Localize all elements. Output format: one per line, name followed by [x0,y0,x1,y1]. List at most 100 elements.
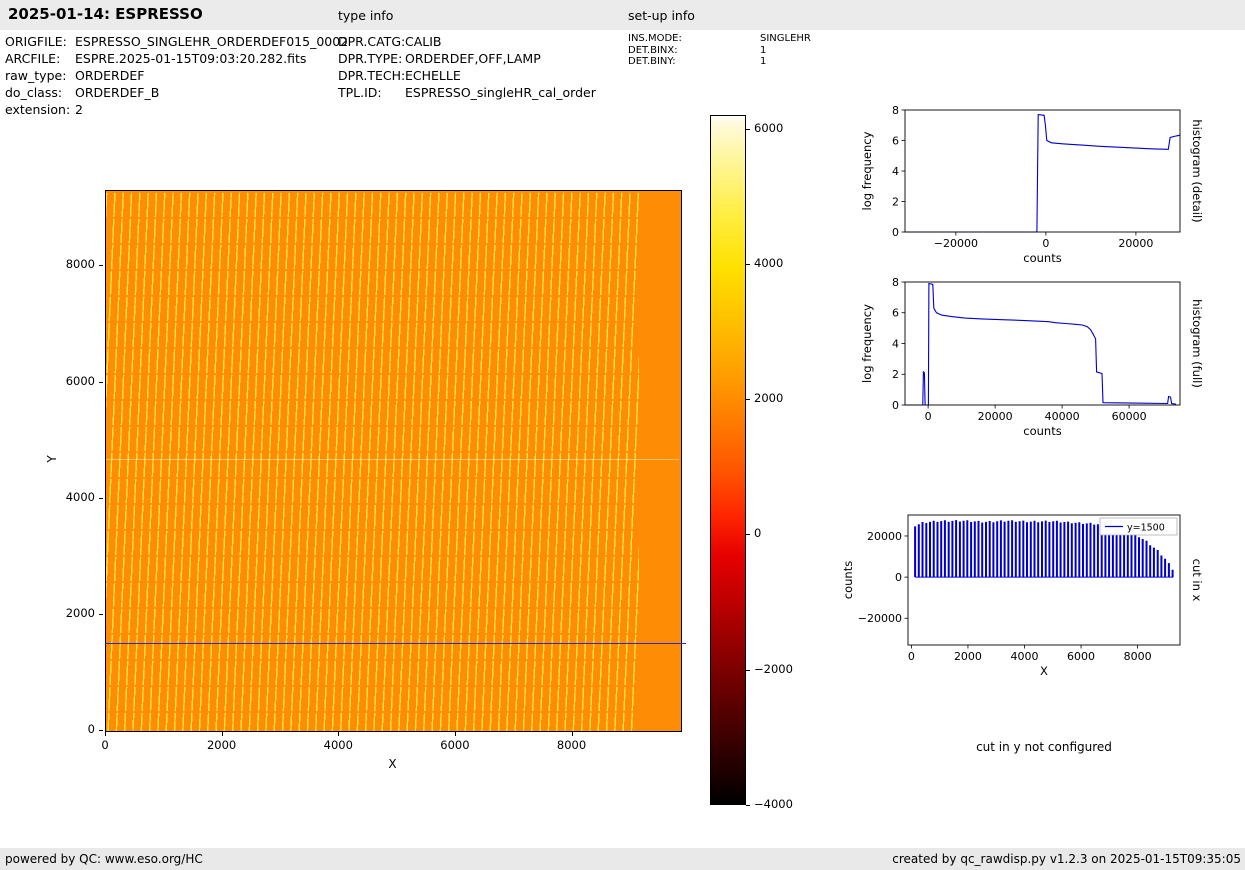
svg-text:log frequency: log frequency [860,131,874,210]
svg-text:4: 4 [892,337,899,350]
type-info-heading: type info [338,8,394,23]
svg-text:counts: counts [841,561,855,599]
info-value: CALIB [405,34,442,49]
info-value: ESPRESSO_singleHR_cal_order [405,85,596,100]
info-row-dprcatg: DPR.CATG:CALIB [338,33,596,50]
footer-qc-link[interactable]: www.eso.org/HC [105,852,203,866]
svg-text:0: 0 [1042,237,1049,250]
info-label: extension: [5,102,71,117]
info-row-origfile: ORIGFILE: ESPRESSO_SINGLEHR_ORDERDEF015_0… [5,33,348,50]
info-row-detbiny: DET.BINY: 1 [628,56,811,68]
page-title: 2025-01-14: ESPRESSO [8,5,203,23]
info-row-arcfile: ARCFILE: ESPRE.2025-01-15T09:03:20.282.fi… [5,50,348,67]
svg-text:histogram (detail): histogram (detail) [1190,119,1204,222]
svg-text:20000: 20000 [867,530,902,543]
y-tickmark [99,497,103,499]
info-label: INS.MODE: [628,33,682,44]
info-value: ORDERDEF [75,68,145,83]
info-label: ARCFILE: [5,51,61,66]
type-info-column: DPR.CATG:CALIB DPR.TYPE: ORDERDEF,OFF,LAM… [338,33,596,101]
setup-info-column: INS.MODE: SINGLEHR DET.BINX: 1 DET.BINY: 1 [628,33,811,68]
info-value: 2 [75,102,83,117]
info-row-detbinx: DET.BINX: 1 [628,45,811,57]
svg-text:60000: 60000 [1112,410,1147,423]
colorbar-tick-label: 0 [754,526,762,541]
info-value: ESPRESSO_SINGLEHR_ORDERDEF015_0002 [75,34,349,49]
colorbar-gradient [710,115,746,805]
colorbar-tick-label: 6000 [754,120,784,135]
x-tick-label: 4000 [323,738,353,752]
y-tick-label: 0 [87,722,95,736]
info-label: ORIGFILE: [5,34,67,49]
svg-text:40000: 40000 [1045,410,1080,423]
info-value: ORDERDEF,OFF,LAMP [405,51,541,66]
colorbar-tickmark [746,263,750,265]
cut-in-y-note: cut in y not configured [976,740,1112,754]
svg-text:8: 8 [892,276,899,289]
y-tickmark [99,381,103,383]
svg-text:0: 0 [892,226,899,239]
svg-text:20000: 20000 [978,410,1013,423]
colorbar-tickmark [746,805,750,806]
colorbar-tick-label: 2000 [754,391,784,406]
info-value: 1 [760,44,767,56]
footer-powered-by: powered by QC: www.eso.org/HC [5,848,203,870]
info-label: TPL.ID: [338,85,382,100]
x-tickmark [571,732,573,736]
header-bar: 2025-01-14: ESPRESSO type info set-up in… [0,0,1245,30]
info-value: 1 [760,56,767,67]
detector-gap-line [106,459,679,460]
y-tick-label: 4000 [65,489,95,504]
y-tickmark [99,613,103,615]
info-row-insmode: INS.MODE: SINGLEHR [628,33,811,45]
svg-text:X: X [1040,664,1048,678]
colorbar-tickmark [746,534,750,536]
colorbar-tick-label: 4000 [754,255,784,270]
svg-text:6: 6 [892,307,899,320]
x-tick-label: 0 [101,738,109,752]
info-label: DPR.CATG: [338,34,406,49]
cut-in-x-plot: 0 2000 4000 6000 8000 −20000 0 20000 Xcounts cut … [841,514,1204,678]
svg-text:8: 8 [892,104,899,117]
main-ylabel: Y [45,455,59,463]
info-row-tplid: TPL.ID: ESPRESSO_singleHR_cal_order [338,84,596,101]
raw-frame-heatmap [105,190,682,732]
info-row-doclass: do_class: ORDERDEF_B [5,84,348,101]
svg-text:−20000: −20000 [858,612,902,625]
svg-text:cut in x: cut in x [1190,559,1204,602]
svg-text:y=1500: y=1500 [1127,523,1165,534]
main-xlabel: X [388,757,397,771]
svg-text:2: 2 [892,195,899,208]
info-label: do_class: [5,85,63,100]
info-label: DPR.TYPE: [338,51,403,66]
info-value: ECHELLE [405,68,461,83]
svg-text:counts: counts [1023,424,1061,438]
cut-line [105,643,686,645]
x-tickmark [105,732,106,736]
x-tick-label: 6000 [440,738,470,752]
info-label: DET.BINX: [628,44,678,56]
footer-bar: powered by QC: www.eso.org/HC created by… [0,848,1245,870]
svg-text:6: 6 [892,134,899,147]
footer-powered-prefix: powered by QC: [5,852,105,866]
info-row-dprtype: DPR.TYPE: ORDERDEF,OFF,LAMP [338,50,596,67]
info-label: DPR.TECH: [338,68,406,83]
colorbar-tick-label: −4000 [754,797,793,811]
info-row-rawtype: raw_type: ORDERDEF [5,67,348,84]
qc-report-page: 2025-01-14: ESPRESSO type info set-up in… [0,0,1245,870]
svg-text:8000: 8000 [1124,650,1152,663]
svg-text:4: 4 [892,165,899,178]
svg-text:histogram (full): histogram (full) [1190,299,1204,388]
x-tickmark [221,732,223,736]
svg-text:4000: 4000 [1010,650,1038,663]
setup-info-heading: set-up info [628,8,695,23]
y-tick-label: 6000 [65,373,95,388]
info-row-extension: extension: 2 [5,101,348,118]
info-value: ORDERDEF_B [75,85,160,100]
y-tick-label: 8000 [65,257,95,272]
file-info-column: ORIGFILE: ESPRESSO_SINGLEHR_ORDERDEF015_0… [5,33,348,118]
svg-text:log frequency: log frequency [860,304,874,383]
svg-text:0: 0 [925,410,932,423]
svg-text:20000: 20000 [1118,237,1153,250]
info-row-dprtech: DPR.TECH:ECHELLE [338,67,596,84]
